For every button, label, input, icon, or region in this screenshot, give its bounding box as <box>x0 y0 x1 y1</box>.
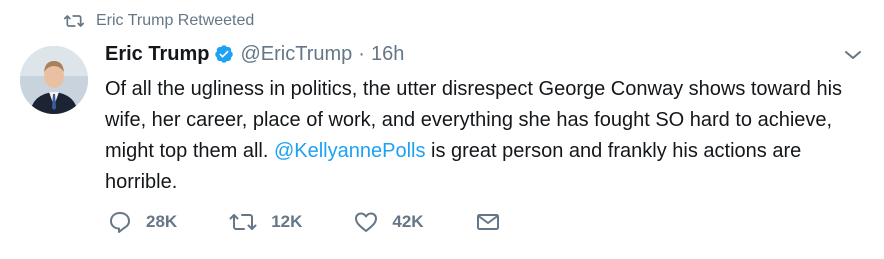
reply-button[interactable]: 28K <box>108 210 177 234</box>
verified-badge-icon <box>214 44 234 64</box>
retweet-banner: Eric Trump Retweeted <box>64 12 254 30</box>
reply-icon <box>108 210 132 234</box>
separator-dot: · <box>358 43 365 65</box>
author-name[interactable]: Eric Trump <box>105 40 209 68</box>
tweet-header: Eric Trump @EricTrump · 16h <box>105 40 865 68</box>
more-options-chevron-down-icon[interactable] <box>844 48 862 66</box>
retweet-icon <box>229 211 257 233</box>
like-count: 42K <box>392 212 424 231</box>
mail-icon <box>476 212 500 232</box>
heart-icon <box>354 211 378 233</box>
like-button[interactable]: 42K <box>354 211 424 233</box>
direct-message-button[interactable] <box>476 212 500 232</box>
author-handle[interactable]: @EricTrump <box>240 40 352 68</box>
reply-count: 28K <box>146 212 178 231</box>
retweet-label[interactable]: Eric Trump Retweeted <box>96 12 254 30</box>
tweet-body: Eric Trump @EricTrump · 16h Of all the u… <box>105 40 865 198</box>
avatar[interactable] <box>20 46 88 114</box>
tweet-timestamp[interactable]: 16h <box>371 40 404 68</box>
tweet-actions: 28K 12K 42K <box>108 210 500 234</box>
retweet-button[interactable]: 12K <box>229 211 302 233</box>
mention-link[interactable]: @KellyannePolls <box>274 140 426 162</box>
tweet-text: Of all the ugliness in politics, the utt… <box>105 74 865 198</box>
retweet-count: 12K <box>271 212 303 231</box>
retweet-icon <box>64 13 84 29</box>
